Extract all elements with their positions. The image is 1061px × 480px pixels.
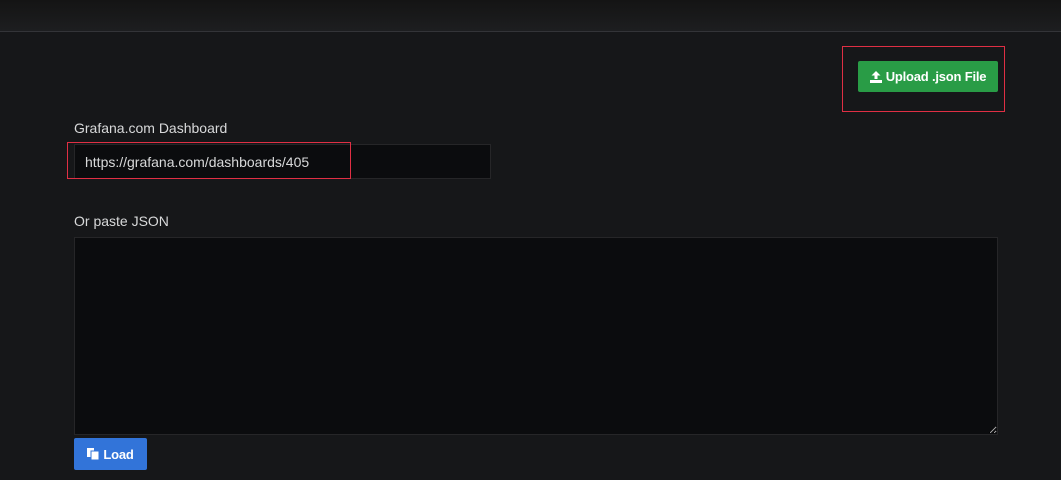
grafana-com-dashboard-label: Grafana.com Dashboard bbox=[74, 120, 228, 136]
paste-json-label: Or paste JSON bbox=[74, 213, 169, 229]
load-button[interactable]: Load bbox=[74, 438, 147, 470]
top-bar bbox=[0, 0, 1061, 32]
json-textarea[interactable] bbox=[74, 237, 998, 435]
load-button-label: Load bbox=[103, 446, 134, 462]
upload-json-file-button[interactable]: Upload .json File bbox=[858, 61, 998, 92]
upload-button-label: Upload .json File bbox=[885, 69, 987, 84]
import-dashboard-page: Upload .json File Grafana.com Dashboard … bbox=[0, 0, 1061, 480]
copy-icon bbox=[87, 448, 100, 460]
upload-icon bbox=[869, 70, 882, 83]
grafana-com-url-input[interactable] bbox=[74, 144, 491, 179]
